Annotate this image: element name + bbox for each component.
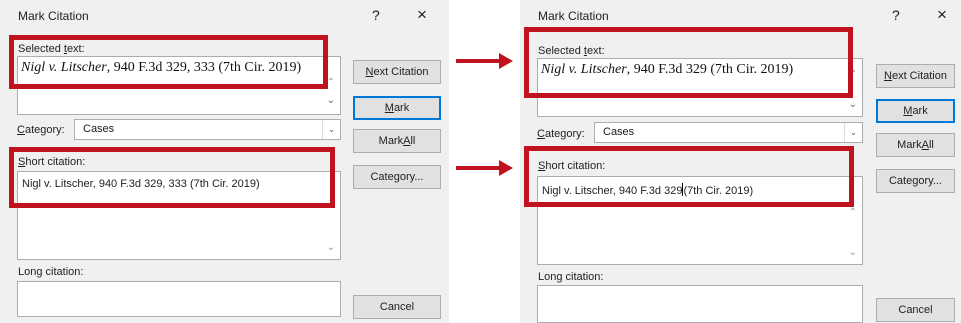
long-citation-label: Long citation:: [538, 271, 604, 283]
category-select-value: Cases: [603, 126, 635, 138]
category-select[interactable]: Cases ⌄: [74, 119, 341, 140]
short-citation-highlight: [524, 146, 854, 207]
close-icon[interactable]: ×: [417, 5, 427, 25]
scroll-down-icon[interactable]: ⌄: [849, 247, 857, 258]
category-select-value: Cases: [83, 123, 115, 135]
mark-all-button[interactable]: Mark All: [353, 129, 441, 153]
cancel-button[interactable]: Cancel: [353, 295, 441, 319]
category-select[interactable]: Cases ⌄: [594, 122, 863, 143]
long-citation-box[interactable]: [17, 281, 341, 317]
dialog-title: Mark Citation: [18, 9, 89, 23]
mark-citation-dialog-after: Mark Citation ? × Selected text: ⌃ ⌄ Nig…: [520, 0, 961, 323]
cancel-button[interactable]: Cancel: [876, 298, 955, 322]
arrow-right-icon-head: [499, 160, 513, 176]
category-label: Category:: [537, 128, 585, 140]
next-citation-button[interactable]: Next Citation: [353, 60, 441, 84]
long-citation-label: Long citation:: [18, 266, 84, 278]
title-bar: Mark Citation ? ×: [0, 0, 449, 32]
long-citation-box[interactable]: [537, 285, 863, 323]
arrow-right-icon: [456, 166, 500, 170]
arrow-right-icon-head: [499, 53, 513, 69]
scroll-up-icon[interactable]: ⌃: [849, 207, 857, 218]
selected-text-highlight: [524, 27, 853, 98]
mark-all-button[interactable]: Mark All: [876, 133, 955, 157]
mark-button[interactable]: Mark: [353, 96, 441, 120]
scroll-down-icon[interactable]: ⌄: [327, 95, 335, 106]
category-button[interactable]: Cate g ory...: [353, 165, 441, 189]
category-button[interactable]: Cate g ory...: [876, 169, 955, 193]
short-citation-highlight: [9, 147, 335, 208]
selected-text-highlight: [9, 35, 328, 89]
chevron-down-icon[interactable]: ⌄: [844, 123, 862, 142]
mark-button[interactable]: Mark: [876, 99, 955, 123]
arrow-right-icon: [456, 59, 500, 63]
close-icon[interactable]: ×: [937, 5, 947, 25]
mark-citation-dialog-before: Mark Citation ? × Selected text: ⌃ ⌄ Nig…: [0, 0, 449, 323]
scroll-down-icon[interactable]: ⌄: [327, 242, 335, 253]
help-icon[interactable]: ?: [892, 7, 900, 23]
dialog-title: Mark Citation: [538, 9, 609, 23]
chevron-down-icon[interactable]: ⌄: [322, 120, 340, 139]
next-citation-button[interactable]: Next Citation: [876, 64, 955, 88]
help-icon[interactable]: ?: [372, 7, 380, 23]
category-label: Category:: [17, 124, 65, 136]
scroll-down-icon[interactable]: ⌄: [849, 99, 857, 110]
